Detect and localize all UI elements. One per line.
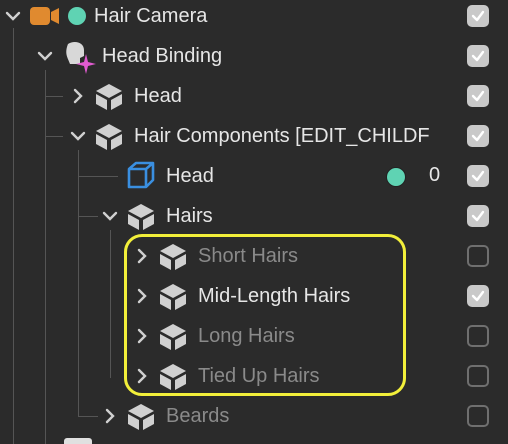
tree-line bbox=[78, 150, 79, 416]
tree-item-label: Hair Camera bbox=[94, 5, 208, 27]
visibility-checkbox[interactable] bbox=[467, 365, 489, 387]
camera-icon bbox=[30, 7, 59, 25]
visibility-checkbox[interactable] bbox=[467, 205, 489, 227]
visibility-checkbox[interactable] bbox=[467, 325, 489, 347]
tree-item-label: Hair Components [EDIT_CHILDF bbox=[134, 125, 430, 147]
visibility-checkbox[interactable] bbox=[467, 285, 489, 307]
tree-line bbox=[78, 416, 98, 417]
chevron-down-icon[interactable] bbox=[69, 127, 87, 145]
visibility-checkbox[interactable] bbox=[467, 5, 489, 27]
tree-line bbox=[45, 136, 63, 137]
tree-item-label: Head bbox=[166, 165, 214, 187]
partial-row-icon bbox=[64, 438, 92, 444]
group-cube-icon bbox=[128, 404, 154, 430]
tree-line bbox=[78, 216, 98, 217]
group-cube-icon bbox=[128, 204, 154, 230]
mesh-cube-icon bbox=[127, 161, 155, 189]
tree-item-label: Hairs bbox=[166, 205, 213, 227]
tree-line bbox=[110, 230, 111, 378]
visibility-checkbox[interactable] bbox=[467, 405, 489, 427]
status-dot-icon bbox=[386, 167, 406, 187]
visibility-checkbox[interactable] bbox=[467, 85, 489, 107]
chevron-down-icon[interactable] bbox=[101, 207, 119, 225]
tree-item-label: Head Binding bbox=[102, 45, 223, 67]
tree-line bbox=[13, 28, 14, 444]
tree-item-label: Head bbox=[134, 85, 182, 107]
group-cube-icon bbox=[96, 84, 122, 110]
chevron-right-icon[interactable] bbox=[69, 87, 87, 105]
chevron-right-icon[interactable] bbox=[101, 407, 119, 425]
visibility-checkbox[interactable] bbox=[467, 245, 489, 267]
visibility-checkbox[interactable] bbox=[467, 165, 489, 187]
group-cube-icon bbox=[96, 124, 122, 150]
highlight-annotation bbox=[124, 234, 406, 396]
visibility-checkbox[interactable] bbox=[467, 45, 489, 67]
chevron-down-icon[interactable] bbox=[36, 47, 54, 65]
tree-line bbox=[45, 96, 63, 97]
chevron-down-icon[interactable] bbox=[4, 7, 22, 25]
item-count: 0 bbox=[429, 164, 441, 186]
head-binding-icon bbox=[66, 42, 96, 74]
status-dot-icon bbox=[68, 7, 86, 25]
tree-item-label: Beards bbox=[166, 405, 230, 427]
tree-line bbox=[78, 176, 118, 177]
visibility-checkbox[interactable] bbox=[467, 125, 489, 147]
tree-line bbox=[45, 70, 46, 444]
